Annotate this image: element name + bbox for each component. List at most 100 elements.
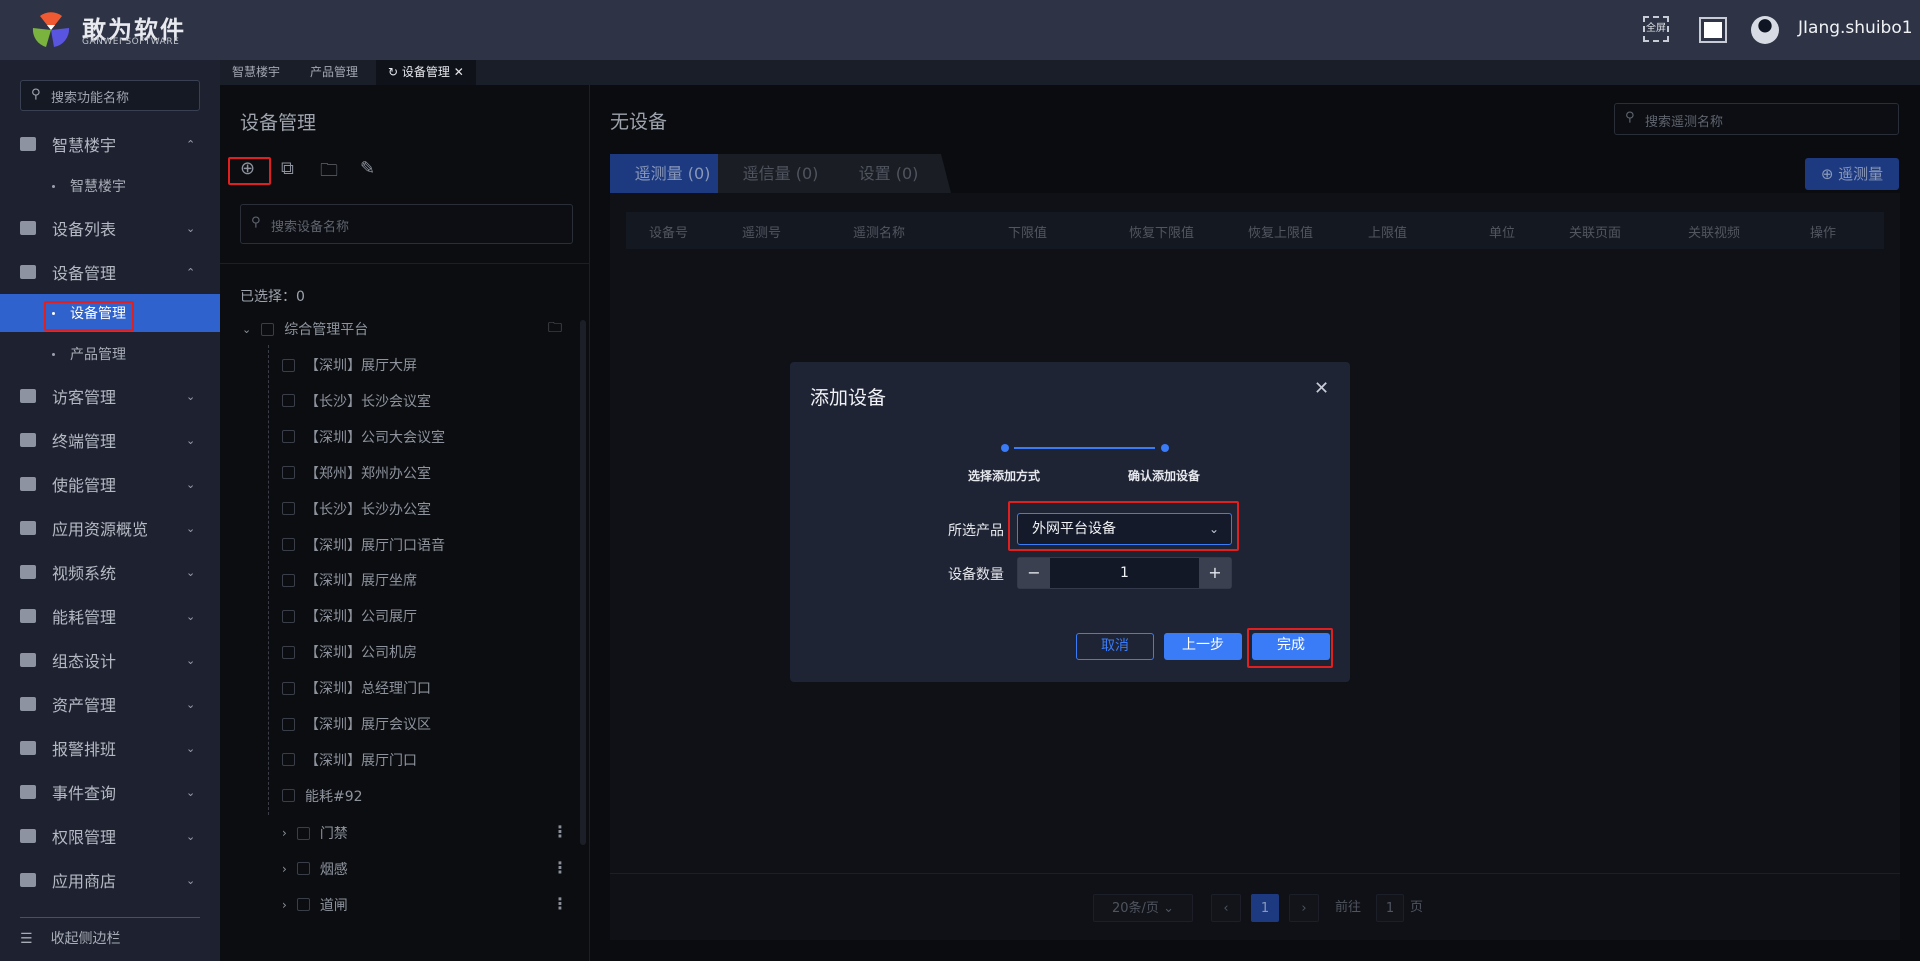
telemetry-search-input[interactable]: ⚲ 搜索遥测名称: [1614, 103, 1899, 135]
sidebar-subitem[interactable]: 设备管理: [0, 294, 220, 332]
tree-item[interactable]: 【深圳】展厅门口语音: [282, 530, 445, 560]
tree-item[interactable]: 【深圳】公司展厅: [282, 601, 417, 631]
tree-item[interactable]: 【深圳】展厅会议区: [282, 709, 431, 739]
tree-group[interactable]: › 道闸: [282, 890, 562, 920]
more-options-icon[interactable]: ⋮: [552, 822, 568, 841]
chevron-down-icon[interactable]: ⌄: [186, 390, 195, 403]
decrement-button[interactable]: −: [1018, 558, 1050, 588]
checkbox[interactable]: [282, 466, 295, 480]
page-1-button[interactable]: 1: [1251, 894, 1279, 922]
tree-item[interactable]: 能耗#92: [282, 781, 363, 811]
checkbox[interactable]: [282, 645, 295, 659]
tree-item[interactable]: 【深圳】展厅大屏: [282, 350, 417, 380]
chevron-down-icon[interactable]: ⌄: [186, 478, 195, 491]
chevron-down-icon[interactable]: ⌄: [186, 522, 195, 535]
checkbox[interactable]: [282, 681, 295, 695]
chevron-down-icon[interactable]: ⌄: [186, 742, 195, 755]
sidebar-item[interactable]: 终端管理 ⌄: [0, 420, 220, 460]
more-options-icon[interactable]: ⋮: [552, 894, 568, 913]
sidebar-item[interactable]: 使能管理 ⌄: [0, 464, 220, 504]
sidebar-item[interactable]: 应用商店 ⌄: [0, 860, 220, 900]
chevron-down-icon[interactable]: ⌄: [186, 698, 195, 711]
prev-page-button[interactable]: ‹: [1211, 894, 1241, 922]
chevron-down-icon[interactable]: ⌄: [186, 654, 195, 667]
checkbox[interactable]: [282, 717, 295, 731]
cancel-button[interactable]: 取消: [1076, 633, 1154, 660]
avatar[interactable]: [1751, 16, 1779, 44]
tab-smart-building[interactable]: 智慧楼宇: [220, 60, 292, 85]
product-select[interactable]: 外网平台设备 ⌄: [1017, 513, 1232, 545]
chevron-down-icon[interactable]: ⌄: [186, 566, 195, 579]
checkbox[interactable]: [282, 502, 295, 516]
tab-telesignal[interactable]: 遥信量 (0): [718, 154, 843, 193]
sidebar-item[interactable]: 报警排班 ⌄: [0, 728, 220, 768]
sidebar-item[interactable]: 组态设计 ⌄: [0, 640, 220, 680]
collapse-sidebar-button[interactable]: ☰ 收起侧边栏: [20, 928, 121, 948]
tree-item[interactable]: 【郑州】郑州办公室: [282, 458, 431, 488]
tab-device-management[interactable]: ↻ 设备管理 ✕: [376, 60, 476, 85]
add-icon[interactable]: ⊕: [240, 158, 255, 179]
tree-item[interactable]: 【深圳】展厅门口: [282, 745, 417, 775]
sidebar-item[interactable]: 设备列表 ⌄: [0, 208, 220, 248]
finish-button[interactable]: 完成: [1252, 633, 1330, 660]
page-size-select[interactable]: 20条/页 ⌄: [1093, 894, 1193, 922]
sidebar-subitem[interactable]: 智慧楼宇: [0, 167, 220, 205]
tree-item[interactable]: 【长沙】长沙办公室: [282, 494, 431, 524]
tree-group[interactable]: › 门禁: [282, 818, 562, 848]
sidebar-item[interactable]: 设备管理 ⌃: [0, 252, 220, 292]
quantity-input[interactable]: 1: [1050, 558, 1199, 588]
checkbox[interactable]: [282, 609, 295, 623]
chevron-right-icon[interactable]: ›: [282, 826, 287, 840]
import-folder-icon[interactable]: 🗀: [320, 158, 338, 188]
goto-page-input[interactable]: 1: [1376, 894, 1404, 922]
next-page-button[interactable]: ›: [1289, 894, 1319, 922]
checkbox[interactable]: [296, 826, 310, 840]
chevron-down-icon[interactable]: ⌄: [186, 434, 195, 447]
sidebar-item[interactable]: 能耗管理 ⌄: [0, 596, 220, 636]
chevron-down-icon[interactable]: ⌄: [186, 786, 195, 799]
tree-item[interactable]: 【长沙】长沙会议室: [282, 386, 431, 416]
chevron-right-icon[interactable]: ›: [282, 862, 287, 876]
sidebar-item[interactable]: 权限管理 ⌄: [0, 816, 220, 856]
checkbox[interactable]: [296, 862, 310, 876]
add-folder-icon[interactable]: 🗀: [548, 317, 562, 341]
checkbox[interactable]: [261, 322, 275, 336]
tree-root[interactable]: ⌄ 综合管理平台 🗀: [242, 314, 562, 344]
chevron-right-icon[interactable]: ›: [282, 898, 287, 912]
chevron-down-icon[interactable]: ⌄: [186, 874, 195, 887]
tab-telemetry[interactable]: 遥测量 (0): [610, 154, 735, 193]
tree-item[interactable]: 【深圳】展厅坐席: [282, 565, 417, 595]
user-name[interactable]: JIang.shuibo1: [1798, 18, 1913, 38]
scrollbar[interactable]: [580, 320, 586, 845]
close-icon[interactable]: ✕: [450, 65, 464, 79]
sidebar-item[interactable]: 资产管理 ⌄: [0, 684, 220, 724]
tab-settings[interactable]: 设置 (0): [826, 154, 951, 193]
more-options-icon[interactable]: ⋮: [552, 858, 568, 877]
sidebar-item[interactable]: 视频系统 ⌄: [0, 552, 220, 592]
screen-mode-icon[interactable]: [1699, 17, 1727, 43]
checkbox[interactable]: [282, 430, 295, 444]
chevron-down-icon[interactable]: ⌄: [186, 830, 195, 843]
checkbox[interactable]: [282, 394, 295, 408]
chevron-down-icon[interactable]: ⌄: [242, 323, 251, 336]
tree-group[interactable]: › 烟感: [282, 854, 562, 884]
add-telemetry-button[interactable]: ⊕ 遥测量: [1805, 158, 1899, 190]
refresh-icon[interactable]: ↻: [388, 65, 402, 79]
sidebar-item[interactable]: 访客管理 ⌄: [0, 376, 220, 416]
chevron-up-icon[interactable]: ⌃: [186, 138, 195, 151]
checkbox[interactable]: [282, 358, 295, 372]
tree-item[interactable]: 【深圳】总经理门口: [282, 673, 431, 703]
export-icon[interactable]: ⧉: [281, 158, 294, 179]
tree-item[interactable]: 【深圳】公司机房: [282, 637, 417, 667]
device-search-input[interactable]: ⚲ 搜索设备名称: [240, 204, 573, 244]
close-icon[interactable]: ✕: [1314, 378, 1329, 399]
function-search-input[interactable]: ⚲ 搜索功能名称: [20, 80, 200, 111]
quantity-stepper[interactable]: −1 +: [1017, 557, 1232, 589]
sidebar-item[interactable]: 事件查询 ⌄: [0, 772, 220, 812]
prev-step-button[interactable]: 上一步: [1164, 633, 1242, 660]
increment-button[interactable]: +: [1199, 558, 1231, 588]
sidebar-subitem[interactable]: 产品管理: [0, 335, 220, 373]
chevron-down-icon[interactable]: ⌄: [186, 222, 195, 235]
tab-product-management[interactable]: 产品管理: [298, 60, 370, 85]
chevron-down-icon[interactable]: ⌄: [186, 610, 195, 623]
